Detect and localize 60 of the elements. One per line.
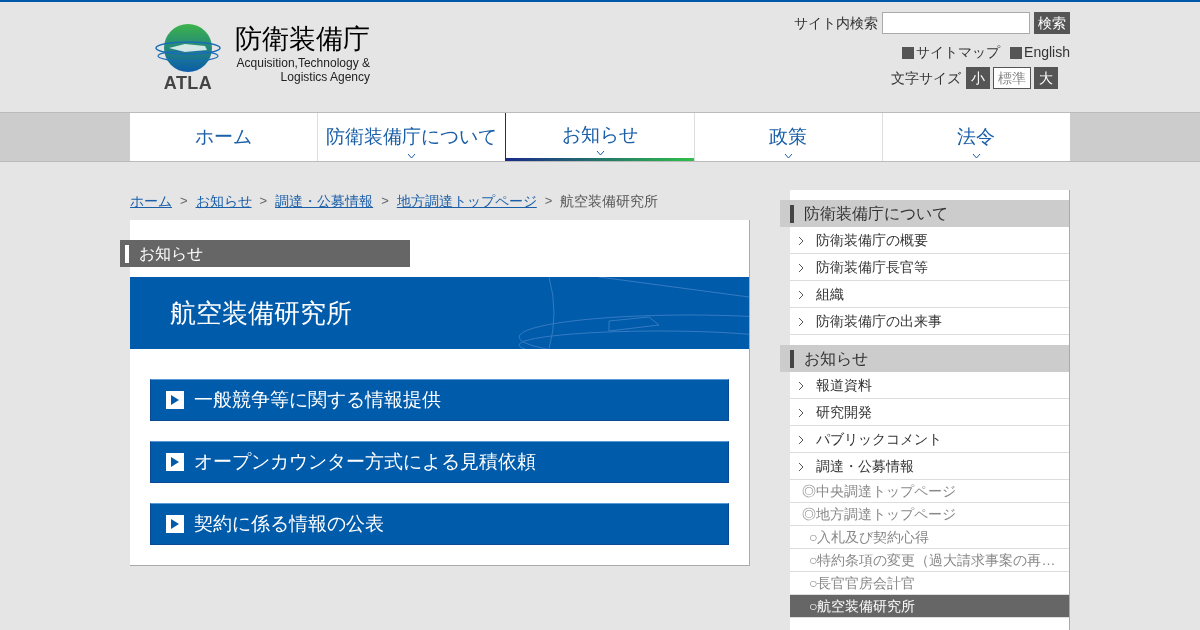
header-link[interactable]: English xyxy=(1024,42,1070,63)
chevron-icon xyxy=(798,236,804,246)
link-button[interactable]: オープンカウンター方式による見積依頼 xyxy=(150,441,729,483)
square-bullet-icon xyxy=(1010,46,1023,59)
play-icon xyxy=(166,453,184,471)
breadcrumb-link[interactable]: お知らせ xyxy=(195,190,252,212)
sidebar-heading: お知らせ xyxy=(804,348,868,369)
font-size-button[interactable]: 大 xyxy=(1034,67,1058,89)
org-name-english: Acquisition,Technology & Logistics Agency xyxy=(235,56,370,84)
sidebar-heading: 防衛装備庁について xyxy=(804,203,948,224)
link-button[interactable]: 契約に係る情報の公表 xyxy=(150,503,729,545)
sidebar-item[interactable]: 防衛装備庁の概要 xyxy=(790,227,1069,254)
chevron-icon xyxy=(798,381,804,391)
nav-tab[interactable]: 政策 xyxy=(693,113,882,161)
sidebar-item[interactable]: ◎地方調達トップページ xyxy=(790,503,1069,526)
sidebar-item[interactable]: パブリックコメント xyxy=(790,426,1069,453)
sidebar-item[interactable]: 防衛装備庁の出来事 xyxy=(790,308,1069,335)
org-name: 防衛装備庁 xyxy=(235,23,370,56)
search-button[interactable]: 検索 xyxy=(1034,12,1070,34)
link-button[interactable]: 一般競争等に関する情報提供 xyxy=(150,379,729,421)
nav-tab[interactable]: お知らせ xyxy=(505,113,694,161)
nav-tab[interactable]: ホーム xyxy=(130,113,318,161)
chevron-icon xyxy=(798,408,804,418)
logo-text: ATLA xyxy=(163,74,213,92)
sidebar-item[interactable]: ○特約条項の変更（過大請求事案の再… xyxy=(790,549,1069,572)
search-label: サイト内検索 xyxy=(794,13,878,33)
section-label: お知らせ xyxy=(139,243,203,264)
breadcrumb-separator: > xyxy=(544,192,553,211)
breadcrumb-link[interactable]: 調達・公募情報 xyxy=(275,190,374,212)
page-title: 航空装備研究所 xyxy=(170,296,352,330)
sidebar-item[interactable]: ◎中央調達トップページ xyxy=(790,480,1069,503)
header-link[interactable]: サイトマップ xyxy=(916,42,1001,63)
play-icon xyxy=(166,515,184,533)
breadcrumb-link[interactable]: ホーム xyxy=(130,190,172,212)
nav-tab[interactable]: 防衛装備庁について xyxy=(317,113,506,161)
chevron-icon xyxy=(798,435,804,445)
font-size-label: 文字サイズ xyxy=(891,68,961,88)
breadcrumb-separator: > xyxy=(381,192,389,211)
chevron-icon xyxy=(798,263,804,273)
sidebar-item[interactable]: ○入札及び契約心得 xyxy=(790,526,1069,549)
font-size-button[interactable]: 標準 xyxy=(993,67,1031,89)
sidebar-item[interactable]: 防衛装備庁長官等 xyxy=(790,254,1069,281)
chevron-icon xyxy=(798,317,804,327)
search-field[interactable] xyxy=(882,12,1030,34)
sidebar-item[interactable]: 調達・公募情報 xyxy=(790,453,1069,480)
sidebar-item[interactable]: ○航空装備研究所 xyxy=(790,595,1069,618)
chevron-icon xyxy=(798,290,804,300)
square-bullet-icon xyxy=(902,46,915,59)
breadcrumb-separator: > xyxy=(180,192,188,211)
breadcrumb-current: 航空装備研究所 xyxy=(560,191,659,211)
breadcrumb-link[interactable]: 地方調達トップページ xyxy=(396,190,537,212)
nav-tab[interactable]: 法令 xyxy=(881,113,1070,161)
play-icon xyxy=(166,391,184,409)
sidebar-item[interactable]: 組織 xyxy=(790,281,1069,308)
breadcrumb-separator: > xyxy=(259,192,268,211)
sidebar-item[interactable]: 報道資料 xyxy=(790,372,1069,399)
sidebar-item[interactable]: 研究開発 xyxy=(790,399,1069,426)
font-size-button[interactable]: 小 xyxy=(966,67,990,89)
chevron-icon xyxy=(798,462,804,472)
globe-logo-icon xyxy=(155,22,221,74)
